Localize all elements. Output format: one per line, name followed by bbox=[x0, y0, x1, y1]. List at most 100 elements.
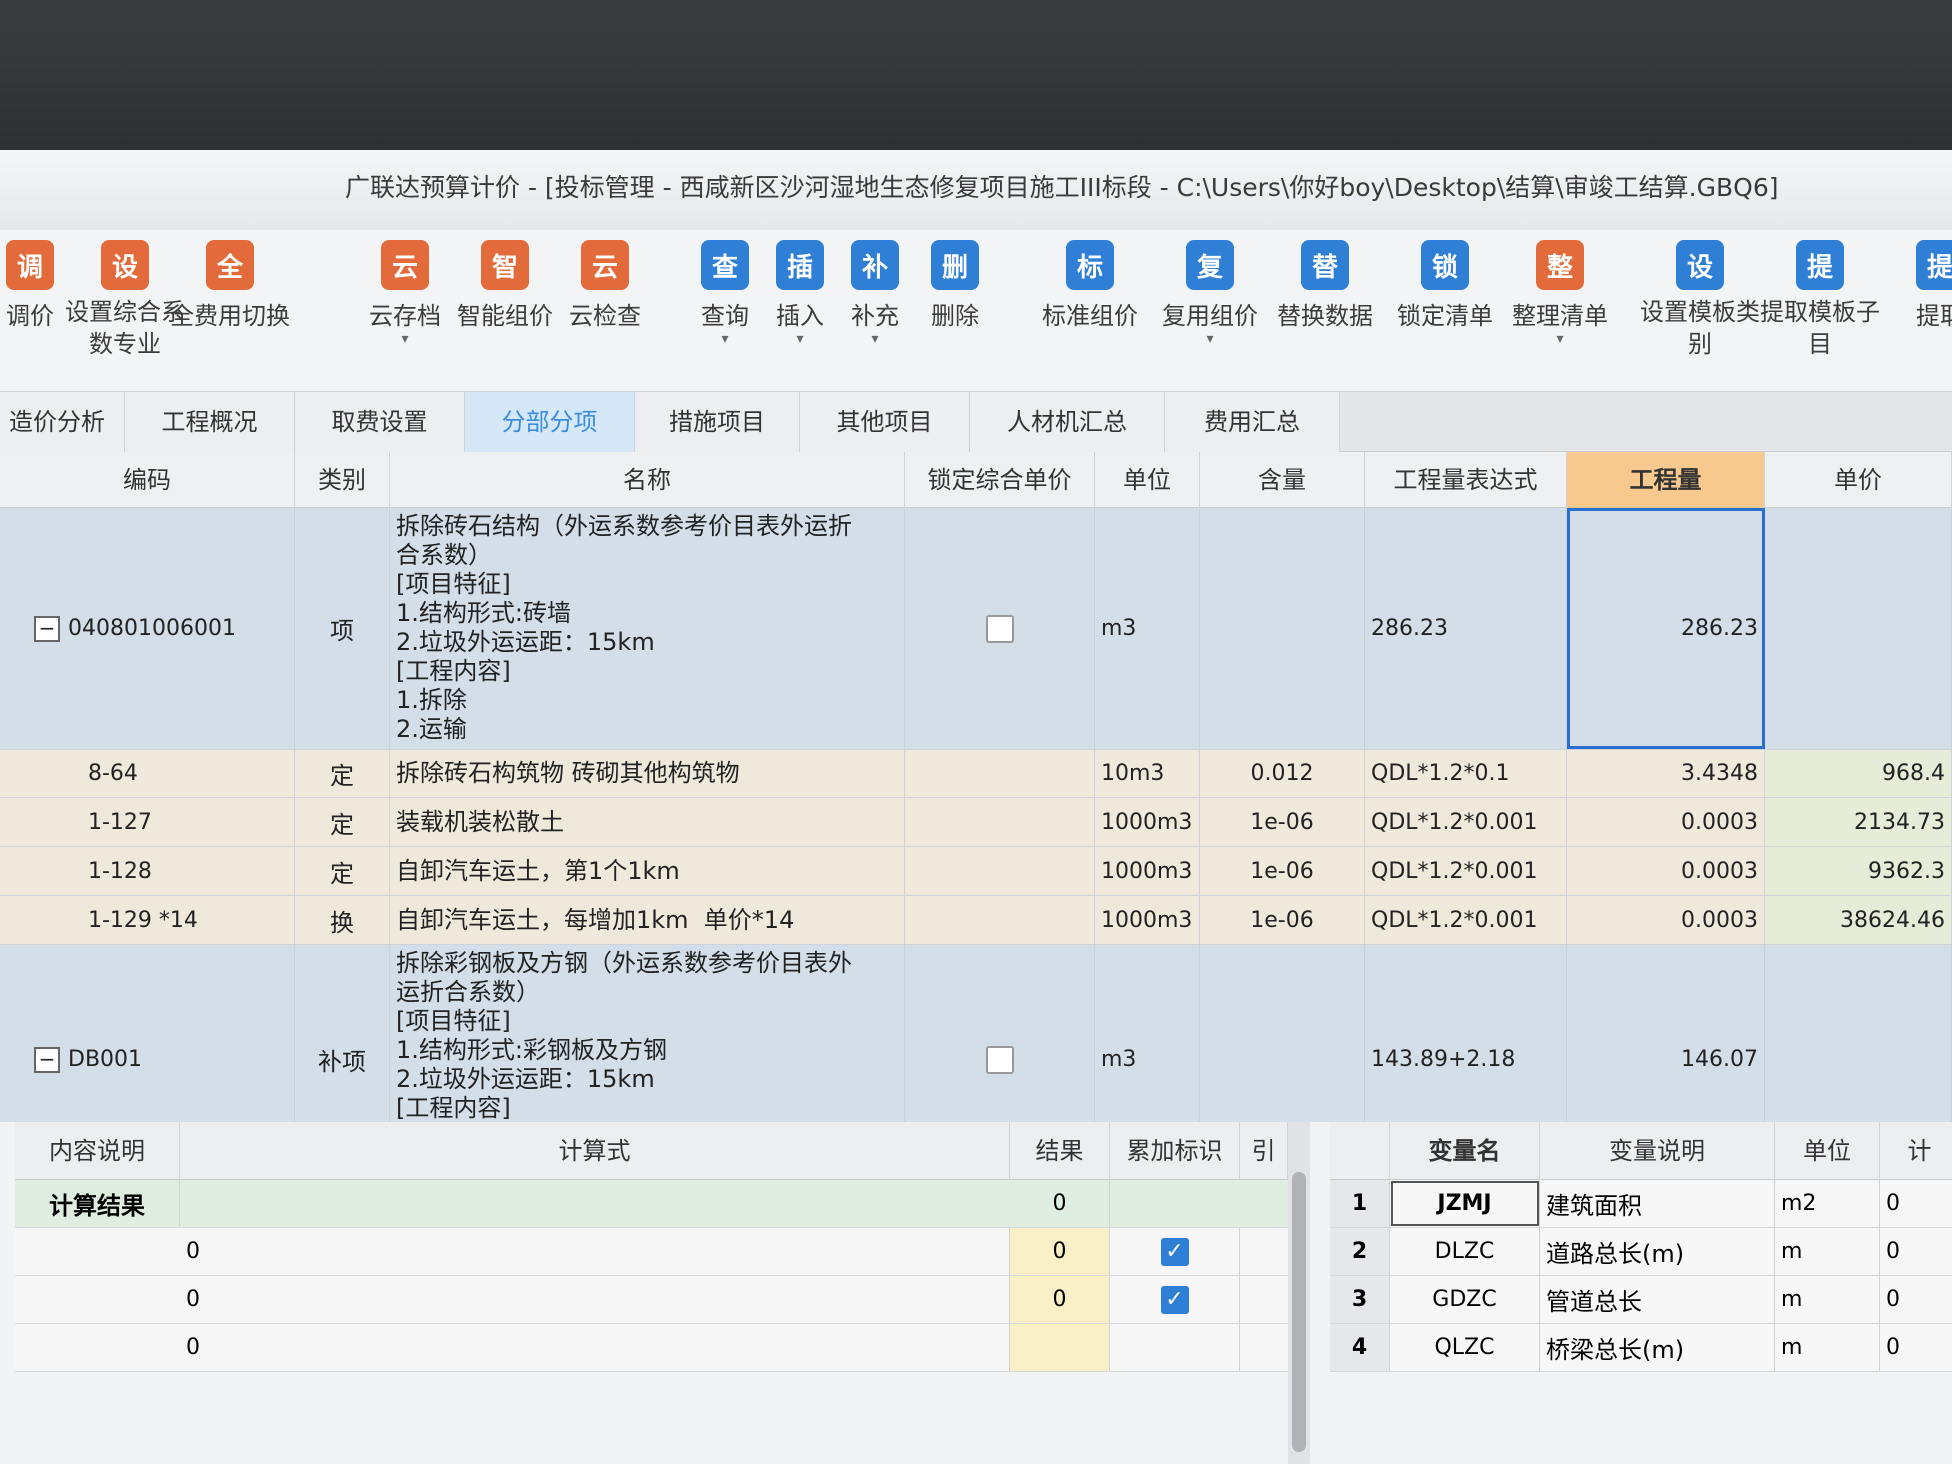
quantity-cell[interactable]: 0.0003 bbox=[1567, 896, 1765, 944]
unit-cell[interactable]: m3 bbox=[1095, 945, 1200, 1132]
variable-name-cell[interactable]: QLZC bbox=[1390, 1324, 1540, 1371]
variable-name-cell[interactable]: GDZC bbox=[1390, 1276, 1540, 1323]
quantity-cell[interactable]: 146.07 bbox=[1567, 945, 1765, 1132]
table-row[interactable]: 1-127 定装载机装松散土 1000m3 1e-06 QDL*1.2*0.001 0.0… bbox=[0, 798, 1952, 847]
quantity-expression-cell[interactable]: QDL*1.2*0.001 bbox=[1365, 798, 1567, 846]
detail-header-3[interactable]: 累加标识 bbox=[1110, 1122, 1240, 1180]
chevron-down-icon[interactable]: ▾ bbox=[815, 331, 935, 347]
code-cell[interactable]: 1-127 bbox=[0, 798, 295, 846]
variable-desc-cell[interactable]: 管道总长 bbox=[1540, 1276, 1775, 1323]
unit-price-cell[interactable]: 38624.46 bbox=[1765, 896, 1952, 944]
variable-value-cell[interactable]: 0 bbox=[1880, 1228, 1952, 1275]
detail-header-1[interactable]: 计算式 bbox=[180, 1122, 1010, 1180]
name-cell[interactable]: 拆除砖石构筑物 砖砌其他构筑物 bbox=[390, 750, 905, 797]
variable-row[interactable]: 3 GDZC 管道总长 m 0 bbox=[1330, 1276, 1952, 1324]
var-header-3[interactable]: 计 bbox=[1880, 1122, 1952, 1180]
code-cell[interactable]: −040801006001 bbox=[0, 508, 295, 749]
ribbon-button-9[interactable]: 删删除 bbox=[895, 240, 1015, 331]
calc-expression-cell[interactable]: 0 bbox=[180, 1324, 1010, 1371]
type-cell[interactable]: 补项 bbox=[295, 945, 390, 1132]
variable-desc-cell[interactable]: 道路总长(m) bbox=[1540, 1228, 1775, 1275]
type-cell[interactable]: 定 bbox=[295, 847, 390, 895]
variable-row[interactable]: 1 JZMJ 建筑面积 m2 0 bbox=[1330, 1180, 1952, 1228]
ribbon-button-2[interactable]: 全全费用切换 bbox=[170, 240, 290, 331]
variable-name-cell[interactable]: DLZC bbox=[1390, 1228, 1540, 1275]
locked-price-cell[interactable] bbox=[905, 945, 1095, 1132]
code-cell[interactable]: − DB001 bbox=[0, 945, 295, 1132]
lock-checkbox[interactable] bbox=[985, 614, 1014, 643]
name-cell[interactable]: 装载机装松散土 bbox=[390, 798, 905, 846]
name-cell[interactable]: 拆除砖石结构（外运系数参考价目表外运折 合系数） [项目特征] 1.结构形式:砖… bbox=[390, 508, 905, 749]
col-header-7[interactable]: 工程量 bbox=[1567, 452, 1765, 508]
name-cell[interactable]: 自卸汽车运土，第1个1km bbox=[390, 847, 905, 895]
code-cell[interactable]: 1-128 bbox=[0, 847, 295, 895]
unit-cell[interactable]: 1000m3 bbox=[1095, 798, 1200, 846]
type-cell[interactable]: 换 bbox=[295, 896, 390, 944]
content-cell[interactable]: 1e-06 bbox=[1200, 896, 1365, 944]
content-cell[interactable] bbox=[1200, 508, 1365, 749]
col-header-1[interactable]: 类别 bbox=[295, 452, 390, 508]
variable-row[interactable]: 4 QLZC 桥梁总长(m) m 0 bbox=[1330, 1324, 1952, 1372]
variable-desc-cell[interactable]: 桥梁总长(m) bbox=[1540, 1324, 1775, 1371]
collapse-toggle-icon[interactable]: − bbox=[34, 1046, 60, 1073]
type-cell[interactable]: 定 bbox=[295, 750, 390, 797]
name-cell[interactable]: 拆除彩钢板及方钢（外运系数参考价目表外 运折合系数） [项目特征] 1.结构形式… bbox=[390, 945, 905, 1132]
detail-row[interactable]: 0 bbox=[15, 1324, 1288, 1372]
unit-price-cell[interactable]: 9362.3 bbox=[1765, 847, 1952, 895]
content-cell[interactable]: 0.012 bbox=[1200, 750, 1365, 797]
table-row[interactable]: −040801006001 项拆除砖石结构（外运系数参考价目表外运折 合系数） [… bbox=[0, 508, 1952, 750]
unit-cell[interactable]: 1000m3 bbox=[1095, 896, 1200, 944]
ribbon-button-13[interactable]: 锁锁定清单 bbox=[1385, 240, 1505, 331]
quantity-cell[interactable]: 0.0003 bbox=[1567, 847, 1765, 895]
ribbon-button-1[interactable]: 设设置综合系数专业 bbox=[65, 240, 185, 360]
variable-unit-cell[interactable]: m bbox=[1775, 1324, 1880, 1371]
quantity-cell[interactable]: 286.23 bbox=[1567, 508, 1765, 749]
variable-name-cell[interactable]: JZMJ bbox=[1390, 1180, 1540, 1227]
detail-row[interactable]: 0 0 ✓ bbox=[15, 1276, 1288, 1324]
unit-price-cell[interactable]: 2134.73 bbox=[1765, 798, 1952, 846]
variable-unit-cell[interactable]: m2 bbox=[1775, 1180, 1880, 1227]
tab-0[interactable]: 造价分析 bbox=[0, 392, 125, 452]
quantity-expression-cell[interactable]: QDL*1.2*0.001 bbox=[1365, 896, 1567, 944]
quantity-expression-cell[interactable]: 143.89+2.18 bbox=[1365, 945, 1567, 1132]
ribbon-button-16[interactable]: 提提取模板子目 bbox=[1760, 240, 1880, 360]
unit-price-cell[interactable] bbox=[1765, 945, 1952, 1132]
code-cell[interactable]: 1-129 *14 bbox=[0, 896, 295, 944]
unit-price-cell[interactable]: 968.4 bbox=[1765, 750, 1952, 797]
variable-desc-cell[interactable]: 建筑面积 bbox=[1540, 1180, 1775, 1227]
variable-unit-cell[interactable]: m bbox=[1775, 1228, 1880, 1275]
variable-value-cell[interactable]: 0 bbox=[1880, 1276, 1952, 1323]
detail-row[interactable]: 0 0 ✓ bbox=[15, 1228, 1288, 1276]
tab-7[interactable]: 费用汇总 bbox=[1165, 392, 1340, 452]
accumulate-checkbox[interactable]: ✓ bbox=[1160, 1285, 1189, 1314]
quantity-cell[interactable]: 0.0003 bbox=[1567, 798, 1765, 846]
table-row[interactable]: 1-128 定自卸汽车运土，第1个1km 1000m3 1e-06 QDL*1.2*0.… bbox=[0, 847, 1952, 896]
locked-price-cell[interactable] bbox=[905, 798, 1095, 846]
content-cell[interactable]: 1e-06 bbox=[1200, 798, 1365, 846]
detail-scrollbar[interactable] bbox=[1288, 1122, 1310, 1464]
col-header-3[interactable]: 锁定综合单价 bbox=[905, 452, 1095, 508]
tab-1[interactable]: 工程概况 bbox=[125, 392, 295, 452]
calc-expression-cell[interactable]: 0 bbox=[180, 1228, 1010, 1275]
variable-value-cell[interactable]: 0 bbox=[1880, 1180, 1952, 1227]
chevron-down-icon[interactable]: ▾ bbox=[1150, 331, 1270, 347]
locked-price-cell[interactable] bbox=[905, 508, 1095, 749]
scroll-thumb[interactable] bbox=[1292, 1172, 1306, 1452]
quantity-expression-cell[interactable]: QDL*1.2*0.001 bbox=[1365, 847, 1567, 895]
ribbon-button-15[interactable]: 设设置模板类别 bbox=[1640, 240, 1760, 360]
col-header-6[interactable]: 工程量表达式 bbox=[1365, 452, 1567, 508]
quantity-cell[interactable]: 3.4348 bbox=[1567, 750, 1765, 797]
table-row[interactable]: 8-64 定拆除砖石构筑物 砖砌其他构筑物 10m3 0.012 QDL*1.2*0.1… bbox=[0, 750, 1952, 798]
detail-header-4[interactable]: 引 bbox=[1240, 1122, 1288, 1180]
type-cell[interactable]: 定 bbox=[295, 798, 390, 846]
detail-header-2[interactable]: 结果 bbox=[1010, 1122, 1110, 1180]
unit-cell[interactable]: 10m3 bbox=[1095, 750, 1200, 797]
ribbon-button-10[interactable]: 标标准组价 bbox=[1030, 240, 1150, 331]
unit-cell[interactable]: 1000m3 bbox=[1095, 847, 1200, 895]
tab-3[interactable]: 分部分项 bbox=[465, 392, 635, 452]
ribbon-button-17[interactable]: 提提取 bbox=[1880, 240, 1952, 331]
accumulate-cell[interactable]: ✓ bbox=[1110, 1228, 1240, 1275]
ribbon-button-12[interactable]: 替替换数据 bbox=[1265, 240, 1385, 331]
calc-expression-cell[interactable]: 0 bbox=[180, 1276, 1010, 1323]
calc-result-row[interactable]: 计算结果 0 bbox=[15, 1180, 1288, 1228]
